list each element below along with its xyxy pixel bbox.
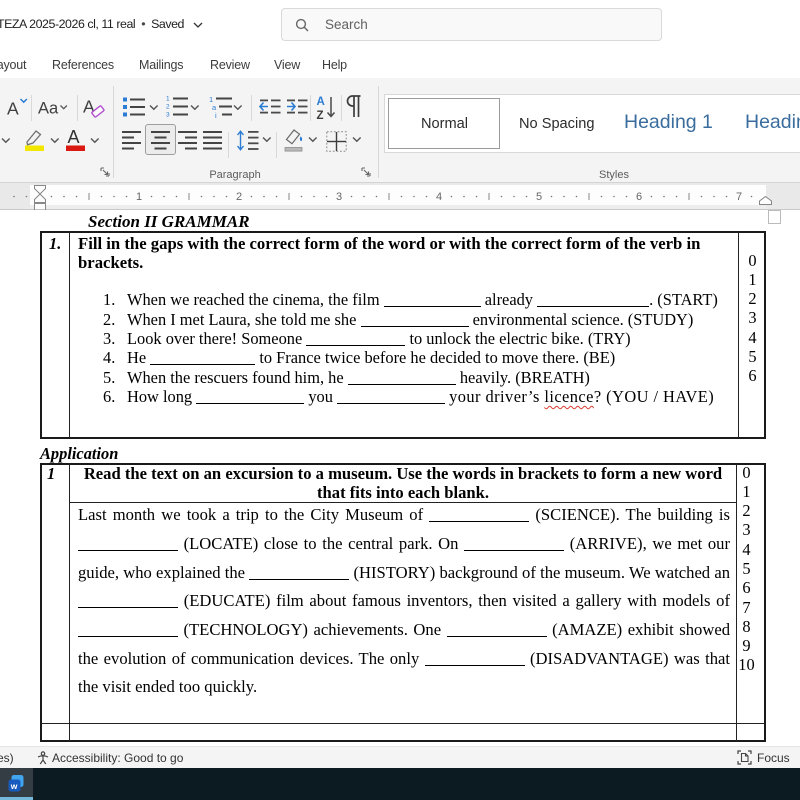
svg-text:6: 6 [636, 191, 642, 203]
svg-text:i: i [215, 111, 217, 120]
svg-text:2: 2 [236, 191, 242, 203]
svg-text:1: 1 [166, 96, 170, 103]
svg-text:3: 3 [336, 191, 342, 203]
svg-text:A: A [7, 99, 19, 119]
svg-text:1: 1 [136, 191, 142, 203]
svg-text:A: A [317, 96, 325, 108]
svg-text:4: 4 [436, 191, 442, 203]
svg-text:w: w [10, 781, 18, 791]
svg-text:Aa: Aa [38, 100, 59, 118]
svg-text:7: 7 [736, 191, 742, 203]
svg-text:2: 2 [166, 104, 170, 111]
svg-text:A: A [68, 127, 80, 147]
svg-text:Z: Z [317, 110, 324, 121]
svg-text:5: 5 [536, 191, 542, 203]
svg-text:3: 3 [166, 112, 170, 119]
